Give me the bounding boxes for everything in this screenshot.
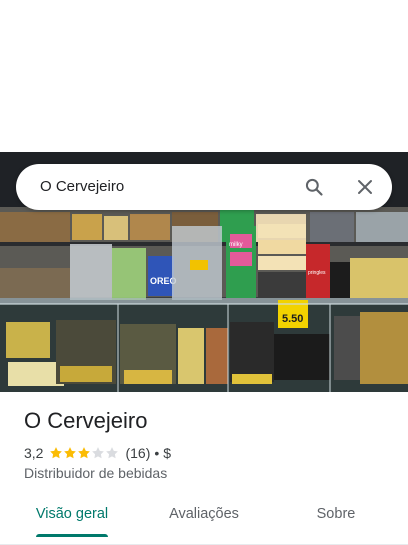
star-icon bbox=[92, 447, 105, 459]
close-icon[interactable] bbox=[353, 175, 377, 199]
search-bar[interactable]: O Cervejeiro bbox=[16, 164, 392, 210]
star-rating bbox=[49, 446, 119, 460]
place-category[interactable]: Distribuidor de bebidas bbox=[24, 465, 167, 481]
tab-overview[interactable]: Visão geral bbox=[24, 496, 120, 532]
star-icon bbox=[106, 447, 119, 459]
reviews-count[interactable]: (16) bbox=[125, 445, 150, 461]
star-icon bbox=[50, 447, 63, 459]
milky-label: milky bbox=[229, 242, 243, 248]
price-tag-label: 5.50 bbox=[282, 313, 303, 325]
star-icon bbox=[64, 447, 77, 459]
price-level: $ bbox=[163, 445, 172, 461]
star-icon bbox=[78, 447, 91, 459]
search-icon[interactable] bbox=[302, 175, 326, 199]
search-input[interactable]: O Cervejeiro bbox=[40, 164, 124, 210]
active-tab-indicator bbox=[36, 534, 108, 537]
tab-reviews[interactable]: Avaliações bbox=[156, 496, 252, 532]
rating-value: 3,2 bbox=[24, 445, 44, 461]
place-title: O Cervejeiro bbox=[24, 408, 148, 433]
place-tabs: Visão geral Avaliações Sobre bbox=[0, 496, 408, 545]
separator: • bbox=[154, 445, 160, 461]
pringles-label: pringles bbox=[308, 270, 326, 276]
tab-about[interactable]: Sobre bbox=[288, 496, 384, 532]
rating-row[interactable]: 3,2 (16) • $ bbox=[24, 444, 171, 462]
